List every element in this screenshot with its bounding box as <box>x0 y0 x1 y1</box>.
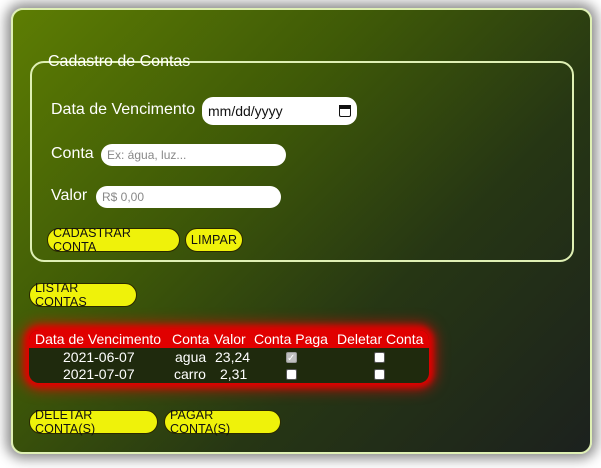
cadastrar-button[interactable]: CADASTRAR CONTA <box>47 226 180 254</box>
contas-table: Data de Vencimento Conta Valor Conta Pag… <box>29 330 429 383</box>
row-date: 2021-06-07 <box>63 349 135 365</box>
conta-input[interactable]: Ex: água, luz... <box>101 144 286 166</box>
deletar-contas-button[interactable]: DELETAR CONTA(S) <box>29 408 158 436</box>
header-deletar: Deletar Conta <box>337 331 424 347</box>
limpar-button[interactable]: LIMPAR <box>185 228 243 252</box>
row-conta: agua <box>175 349 207 365</box>
header-conta-paga: Conta Paga <box>254 331 328 347</box>
listar-button[interactable]: LISTAR CONTAS <box>29 281 137 309</box>
calendar-icon[interactable] <box>339 105 351 117</box>
header-data: Data de Vencimento <box>35 331 162 347</box>
table-row: 2021-06-07 agua 23,24 <box>29 349 429 367</box>
main-panel: Cadastro de Contas Data de Vencimento mm… <box>11 8 592 454</box>
valor-label: Valor <box>51 187 88 204</box>
fieldset-legend: Cadastro de Contas <box>48 53 191 70</box>
conta-placeholder: Ex: água, luz... <box>107 148 187 162</box>
row-date: 2021-07-07 <box>63 366 135 382</box>
row-valor: 2,31 <box>220 366 248 382</box>
table-row: 2021-07-07 carro 2,31 <box>29 366 429 383</box>
paga-checkbox[interactable] <box>286 369 297 380</box>
deletar-checkbox[interactable] <box>374 369 385 380</box>
valor-input[interactable]: R$ 0,00 <box>96 186 281 208</box>
header-valor: Valor <box>214 331 246 347</box>
row-valor: 23,24 <box>215 349 251 365</box>
pagar-contas-button[interactable]: PAGAR CONTA(S) <box>164 408 281 436</box>
paga-checkbox[interactable] <box>286 350 297 367</box>
date-label: Data de Vencimento <box>51 101 196 118</box>
table-header: Data de Vencimento Conta Valor Conta Pag… <box>29 330 429 348</box>
date-input[interactable]: mm/dd/yyyy <box>202 97 357 125</box>
cadastro-fieldset: Cadastro de Contas Data de Vencimento mm… <box>30 53 574 262</box>
conta-label: Conta <box>51 145 94 162</box>
date-placeholder: mm/dd/yyyy <box>208 103 283 119</box>
header-conta: Conta <box>172 331 210 347</box>
row-conta: carro <box>174 366 206 382</box>
deletar-checkbox[interactable] <box>374 352 385 363</box>
valor-placeholder: R$ 0,00 <box>102 190 145 204</box>
